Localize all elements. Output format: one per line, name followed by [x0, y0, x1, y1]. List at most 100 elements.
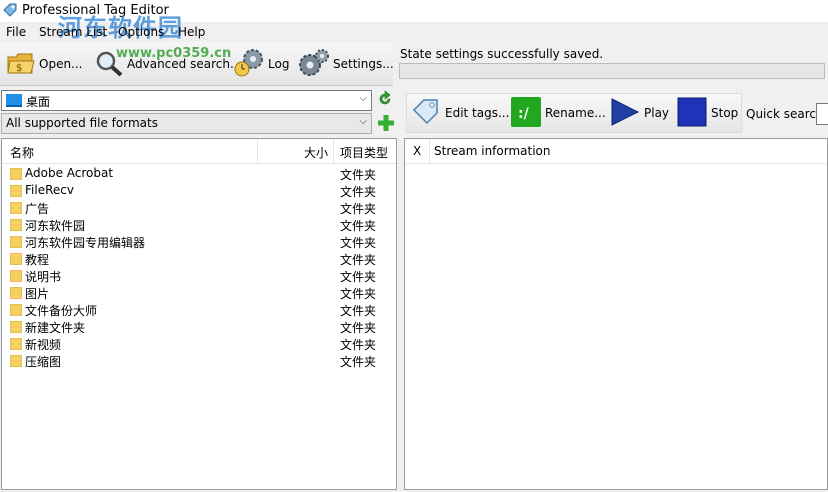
refresh-arrow-icon: [376, 90, 394, 111]
svg-text::/: :/: [518, 106, 530, 122]
edit-tags-label: Edit tags...: [445, 106, 510, 120]
folder-icon: [9, 201, 23, 217]
list-item[interactable]: 说明书 文件夹: [2, 267, 396, 284]
stop-icon: [677, 97, 707, 130]
open-folder-icon: $: [6, 49, 36, 80]
list-item[interactable]: 新建文件夹 文件夹: [2, 318, 396, 335]
column-stream-information[interactable]: Stream information: [434, 144, 551, 158]
list-item[interactable]: 河东软件园专用编辑器 文件夹: [2, 233, 396, 250]
location-value: 桌面: [26, 95, 51, 109]
file-type: 文件夹: [340, 287, 377, 301]
gears-icon: [298, 48, 330, 81]
menu-bar: File Stream List Options Help: [0, 24, 828, 42]
folder-icon: [9, 303, 23, 319]
edit-tags-button[interactable]: Edit tags...: [411, 97, 509, 129]
menu-file[interactable]: File: [6, 25, 26, 39]
list-item[interactable]: 文件备份大师 文件夹: [2, 301, 396, 318]
folder-icon: [9, 252, 23, 268]
panel-splitter[interactable]: [398, 86, 403, 492]
gear-clock-icon: [233, 48, 265, 81]
file-name: 河东软件园专用编辑器: [25, 236, 146, 250]
plus-icon: [377, 115, 395, 135]
desktop-icon: [6, 94, 22, 110]
list-item[interactable]: 教程 文件夹: [2, 250, 396, 267]
open-label: Open...: [39, 57, 83, 71]
column-size[interactable]: 大小: [304, 144, 328, 161]
file-name: 说明书: [25, 270, 62, 284]
svg-text:$: $: [16, 63, 22, 74]
add-filter-button[interactable]: [377, 114, 395, 135]
file-name: FileRecv: [25, 183, 74, 197]
chevron-down-icon: ⌵: [359, 93, 367, 104]
refresh-button[interactable]: [376, 90, 394, 111]
folder-icon: [9, 218, 23, 234]
list-item[interactable]: Adobe Acrobat 文件夹: [2, 165, 396, 182]
open-button[interactable]: $ Open...: [6, 48, 83, 80]
stream-info-header: X Stream information: [405, 139, 827, 164]
stop-label: Stop: [711, 106, 739, 120]
app-window: Professional Tag Editor 河东软件园 File Strea…: [0, 0, 828, 492]
stream-info-table: X Stream information: [404, 138, 828, 490]
log-button[interactable]: Log: [233, 48, 289, 80]
folder-icon: [9, 286, 23, 302]
file-name: 广告: [25, 202, 50, 216]
file-type: 文件夹: [340, 168, 377, 182]
tag-toolbar: Edit tags... :/ Rename... Play Stop: [406, 93, 742, 133]
column-name[interactable]: 名称: [10, 144, 34, 161]
file-list-header: 名称 大小 项目类型: [2, 139, 396, 164]
quick-search-input[interactable]: [816, 103, 828, 125]
file-type: 文件夹: [340, 236, 377, 250]
rename-icon: :/: [511, 96, 541, 130]
file-type: 文件夹: [340, 202, 377, 216]
menu-help[interactable]: Help: [178, 25, 205, 39]
menu-options[interactable]: Options: [118, 25, 164, 39]
file-type: 文件夹: [340, 355, 377, 369]
folder-icon: [9, 354, 23, 370]
folder-icon: [9, 269, 23, 285]
folder-icon: [9, 184, 23, 200]
file-name: 文件备份大师: [25, 304, 98, 318]
file-type: 文件夹: [340, 321, 377, 335]
play-button[interactable]: Play: [610, 97, 669, 129]
folder-icon: [9, 337, 23, 353]
list-item[interactable]: 广告 文件夹: [2, 199, 396, 216]
menu-stream-list[interactable]: Stream List: [39, 25, 107, 39]
settings-label: Settings...: [333, 57, 394, 71]
file-name: 教程: [25, 253, 50, 267]
list-item[interactable]: 图片 文件夹: [2, 284, 396, 301]
file-type: 文件夹: [340, 253, 377, 267]
file-type: 文件夹: [340, 185, 377, 199]
watermark-url: www.pc0359.cn: [116, 46, 232, 61]
file-name: 河东软件园: [25, 219, 86, 233]
column-type[interactable]: 项目类型: [340, 144, 388, 161]
rename-button[interactable]: :/ Rename...: [511, 96, 606, 130]
column-separator: [429, 139, 430, 164]
file-type: 文件夹: [340, 219, 377, 233]
settings-button[interactable]: Settings...: [298, 48, 394, 80]
file-type: 文件夹: [340, 338, 377, 352]
file-list: 名称 大小 项目类型 Adobe Acrobat 文件夹 FileRecv 文件夹 广告…: [1, 138, 397, 490]
file-type: 文件夹: [340, 304, 377, 318]
list-item[interactable]: 河东软件园 文件夹: [2, 216, 396, 233]
column-x[interactable]: X: [413, 144, 421, 158]
folder-icon: [9, 235, 23, 251]
stop-button[interactable]: Stop: [677, 97, 738, 129]
tag-icon: [411, 98, 441, 129]
play-label: Play: [644, 106, 670, 120]
folder-icon: [9, 167, 23, 183]
list-item[interactable]: 新视频 文件夹: [2, 335, 396, 352]
file-name: 图片: [25, 287, 50, 301]
file-format-filter[interactable]: All supported file formats ⌵: [1, 113, 372, 134]
status-message: State settings successfully saved.: [400, 47, 604, 61]
list-item[interactable]: FileRecv 文件夹: [2, 182, 396, 199]
column-separator: [333, 139, 334, 164]
play-icon: [610, 97, 640, 130]
list-item[interactable]: 压缩图 文件夹: [2, 352, 396, 369]
filter-value: All supported file formats: [6, 116, 158, 130]
folder-icon: [9, 320, 23, 336]
log-label: Log: [268, 57, 290, 71]
status-panel: State settings successfully saved.: [396, 42, 828, 86]
location-select[interactable]: 桌面 ⌵: [1, 90, 372, 111]
file-name: 新视频: [25, 338, 62, 352]
file-name: 新建文件夹: [25, 321, 86, 335]
